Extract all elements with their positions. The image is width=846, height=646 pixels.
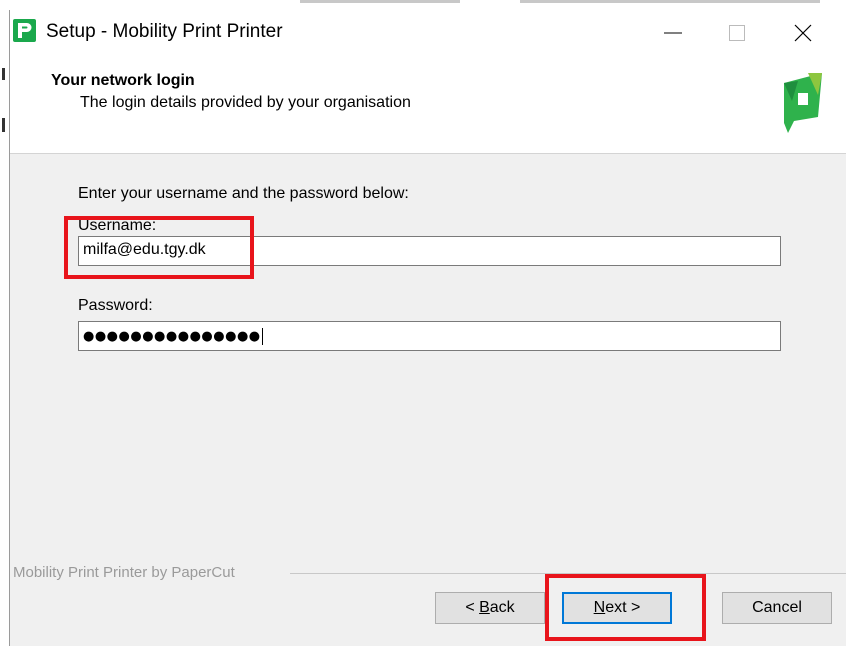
next-highlight-box bbox=[545, 574, 706, 641]
brand-footer: Mobility Print Printer by PaperCut bbox=[10, 564, 846, 584]
background-text-fragment bbox=[300, 0, 460, 3]
brand-text: Mobility Print Printer by PaperCut bbox=[13, 564, 243, 581]
minimize-button[interactable] bbox=[646, 10, 700, 56]
close-button[interactable] bbox=[776, 10, 830, 56]
back-button[interactable]: < Back bbox=[435, 592, 545, 624]
page-subtitle: The login details provided by your organ… bbox=[80, 94, 411, 111]
maximize-button[interactable] bbox=[710, 10, 764, 56]
minimize-icon bbox=[664, 32, 682, 34]
back-prefix: < bbox=[465, 599, 480, 616]
instruction-text: Enter your username and the password bel… bbox=[78, 185, 409, 202]
background-document bbox=[0, 0, 846, 8]
window-title: Setup - Mobility Print Printer bbox=[46, 21, 283, 42]
cancel-button[interactable]: Cancel bbox=[722, 592, 832, 624]
password-value: ●●●●●●●●●●●●●●● bbox=[83, 329, 261, 344]
setup-window: Setup - Mobility Print Printer Your netw… bbox=[9, 10, 846, 646]
back-label-rest: ack bbox=[489, 599, 515, 616]
password-label: Password: bbox=[78, 297, 153, 314]
background-text-fragment bbox=[2, 68, 5, 80]
title-bar[interactable]: Setup - Mobility Print Printer bbox=[10, 10, 846, 56]
papercut-app-icon bbox=[13, 19, 36, 42]
text-caret bbox=[261, 328, 263, 345]
maximize-icon bbox=[729, 25, 745, 41]
background-text-fragment bbox=[2, 118, 5, 132]
back-accelerator: B bbox=[479, 599, 490, 616]
password-field[interactable]: ●●●●●●●●●●●●●●● bbox=[78, 321, 781, 351]
wizard-header: Your network login The login details pro… bbox=[10, 56, 846, 154]
background-document-edge bbox=[0, 8, 9, 646]
background-text-fragment bbox=[520, 0, 820, 3]
papercut-logo-icon bbox=[784, 73, 822, 133]
close-icon bbox=[794, 24, 812, 42]
page-title: Your network login bbox=[51, 72, 195, 89]
username-highlight-box bbox=[64, 216, 254, 279]
